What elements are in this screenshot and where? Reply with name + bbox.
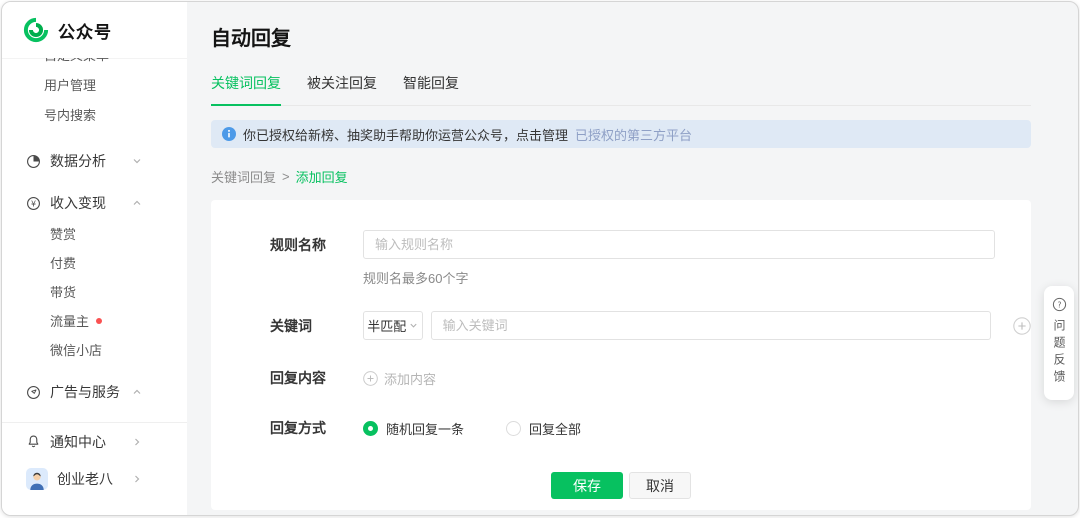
rule-name-hint: 规则名最多60个字 — [363, 268, 1031, 287]
add-content-label: 添加内容 — [384, 369, 436, 388]
breadcrumb-current: 添加回复 — [296, 167, 348, 186]
sidebar-item-label: 通知中心 — [50, 432, 106, 452]
yen-circle-icon: ¥ — [26, 196, 41, 211]
chevron-down-icon — [409, 321, 418, 330]
add-content-button[interactable]: 添加内容 — [363, 369, 436, 388]
sidebar-section-monetization[interactable]: ¥ 收入变现 — [2, 187, 187, 219]
info-icon — [222, 127, 236, 141]
plus-circle-icon — [363, 371, 378, 386]
sidebar-section-label: 收入变现 — [50, 193, 106, 213]
radio-unselected-icon — [506, 421, 521, 436]
chevron-up-icon — [132, 387, 142, 397]
rule-name-row: 规则名称 — [270, 230, 1031, 259]
sidebar-section-data-analysis[interactable]: 数据分析 — [2, 145, 187, 177]
rule-name-label: 规则名称 — [270, 235, 330, 255]
app-window: 公众号 自定义菜单 用户管理 号内搜索 数据分析 ¥ 收入变现 — [1, 1, 1079, 516]
save-button[interactable]: 保存 — [551, 472, 623, 499]
cancel-button[interactable]: 取消 — [629, 472, 691, 499]
chevron-right-icon — [132, 474, 142, 484]
chevron-down-icon — [132, 156, 142, 166]
bell-icon — [26, 434, 41, 449]
match-type-value: 半匹配 — [367, 316, 406, 335]
authorization-banner: 你已授权给新榜、抽奖助手帮助你运营公众号，点击管理 已授权的第三方平台 — [211, 120, 1031, 148]
keyword-input[interactable] — [431, 311, 991, 340]
sidebar-item-account-profile[interactable]: 创业老八 — [2, 460, 187, 497]
keyword-label: 关键词 — [270, 316, 330, 336]
sidebar-item-in-account-search[interactable]: 号内搜索 — [2, 99, 187, 129]
sidebar: 公众号 自定义菜单 用户管理 号内搜索 数据分析 ¥ 收入变现 — [2, 2, 187, 515]
red-dot-badge — [96, 318, 102, 324]
sidebar-item-traffic-master[interactable]: 流量主 — [2, 306, 187, 335]
user-avatar — [26, 468, 48, 490]
feedback-label: 问题反馈 — [1052, 319, 1066, 387]
sidebar-item-label: 创业老八 — [57, 469, 113, 489]
page-title: 自动回复 — [211, 2, 1031, 51]
tab-bar: 关键词回复 被关注回复 智能回复 — [211, 73, 1031, 106]
match-type-select[interactable]: 半匹配 — [363, 311, 423, 340]
reply-content-label: 回复内容 — [270, 368, 330, 388]
keyword-row: 关键词 半匹配 — [270, 311, 1031, 340]
main-content: 自动回复 关键词回复 被关注回复 智能回复 你已授权给新榜、抽奖助手帮助你运营公… — [187, 2, 1078, 515]
sidebar-item-label: 流量主 — [50, 311, 89, 330]
reply-mode-label: 回复方式 — [270, 418, 330, 438]
wechat-official-account-logo-icon — [23, 17, 49, 43]
radio-option-label: 随机回复一条 — [386, 419, 464, 438]
sidebar-item-custom-menu[interactable]: 自定义菜单 — [2, 58, 187, 69]
sidebar-item-wechat-store[interactable]: 微信小店 — [2, 335, 187, 364]
rule-name-input[interactable] — [363, 230, 995, 259]
radio-reply-all[interactable]: 回复全部 — [506, 419, 581, 438]
sidebar-item-appreciation[interactable]: 赞赏 — [2, 219, 187, 248]
reply-content-row: 回复内容 添加内容 — [270, 368, 1031, 388]
sidebar-item-paid-content[interactable]: 付费 — [2, 248, 187, 277]
banner-text: 你已授权给新榜、抽奖助手帮助你运营公众号，点击管理 — [243, 125, 568, 144]
form-actions: 保存 取消 — [211, 472, 1031, 499]
brand-header: 公众号 — [2, 2, 187, 58]
banner-link-third-party-platforms[interactable]: 已授权的第三方平台 — [575, 125, 692, 144]
sidebar-section-label: 数据分析 — [50, 151, 106, 171]
svg-text:¥: ¥ — [31, 199, 36, 208]
breadcrumb-separator: > — [282, 169, 290, 184]
breadcrumb-parent[interactable]: 关键词回复 — [211, 167, 276, 186]
chevron-up-icon — [132, 198, 142, 208]
breadcrumb: 关键词回复 > 添加回复 — [211, 167, 1031, 186]
chevron-right-icon — [132, 437, 142, 447]
pie-chart-icon — [26, 154, 41, 169]
sidebar-item-notification-center[interactable]: 通知中心 — [2, 423, 187, 460]
sidebar-section-ads-services[interactable]: 广告与服务 — [2, 376, 187, 408]
tab-smart-reply[interactable]: 智能回复 — [403, 73, 459, 105]
compass-icon — [26, 385, 41, 400]
sidebar-section-label: 广告与服务 — [50, 382, 120, 402]
brand-name: 公众号 — [58, 18, 112, 43]
sidebar-item-user-management[interactable]: 用户管理 — [2, 69, 187, 99]
radio-option-label: 回复全部 — [529, 419, 581, 438]
sidebar-item-goods[interactable]: 带货 — [2, 277, 187, 306]
radio-selected-icon — [363, 421, 378, 436]
reply-mode-row: 回复方式 随机回复一条 回复全部 — [270, 418, 1031, 438]
question-icon: ? — [1052, 297, 1067, 312]
add-reply-form-card: 规则名称 规则名最多60个字 关键词 半匹配 — [211, 200, 1031, 510]
feedback-widget[interactable]: ? 问题反馈 — [1044, 286, 1074, 400]
tab-follow-reply[interactable]: 被关注回复 — [307, 73, 377, 105]
tab-keyword-reply[interactable]: 关键词回复 — [211, 73, 281, 106]
add-keyword-button[interactable] — [1013, 317, 1031, 335]
sidebar-scroll-clip: 自定义菜单 — [2, 58, 187, 69]
plus-circle-icon — [1013, 317, 1031, 335]
radio-random-one[interactable]: 随机回复一条 — [363, 419, 464, 438]
svg-text:?: ? — [1057, 300, 1061, 309]
